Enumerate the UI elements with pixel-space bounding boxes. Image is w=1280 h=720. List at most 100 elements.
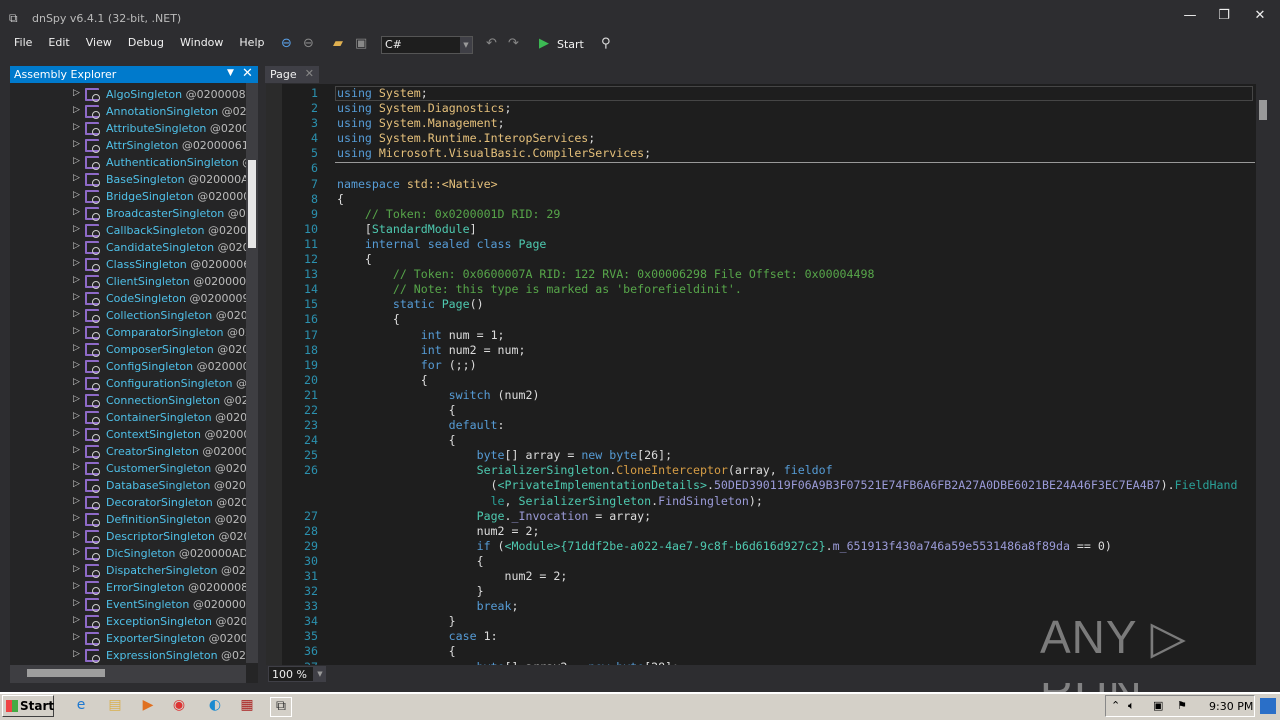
close-button[interactable]: ✕	[1250, 8, 1270, 23]
tree-hscroll-thumb[interactable]	[27, 669, 105, 677]
volume-icon[interactable]: 🔈︎	[1128, 699, 1135, 713]
tree-item[interactable]: ▷ ConfigSingleton @0200009C	[10, 358, 246, 375]
tree-item[interactable]: ▷ BaseSingleton @020000A7	[10, 171, 246, 188]
close-tab-icon[interactable]: ✕	[305, 67, 314, 80]
tree-item[interactable]: ▷ DispatcherSingleton @0200	[10, 562, 246, 579]
menu-view[interactable]: View	[78, 34, 120, 54]
tree-item[interactable]: ▷ DefinitionSingleton @02000	[10, 511, 246, 528]
tree-item[interactable]: ▷ DecoratorSingleton @02000	[10, 494, 246, 511]
chevron-down-icon[interactable]: ▼	[227, 68, 234, 78]
start-debug-button[interactable]: Start	[557, 38, 584, 51]
code-editor[interactable]: 1 using System; 2 using System.Diagnostics;…	[266, 84, 1270, 665]
tree-item[interactable]: ▷ ConfigurationSingleton @02	[10, 375, 246, 392]
tree-item[interactable]: ▷ AnnotationSingleton @02000	[10, 103, 246, 120]
expand-arrow-icon[interactable]: ▷	[73, 88, 80, 98]
tree-item[interactable]: ▷ DicSingleton @020000AD	[10, 545, 246, 562]
undo-icon[interactable]: ↶	[486, 36, 497, 51]
ie-icon[interactable]: e	[70, 697, 92, 717]
tree-item[interactable]: ▷ ClientSingleton @0200006F	[10, 273, 246, 290]
expand-arrow-icon[interactable]: ▷	[73, 581, 80, 591]
expand-arrow-icon[interactable]: ▷	[73, 530, 80, 540]
media-player-icon[interactable]: ▶	[137, 697, 159, 717]
menu-edit[interactable]: Edit	[40, 34, 77, 54]
expand-arrow-icon[interactable]: ▷	[73, 513, 80, 523]
action-center-flag-icon[interactable]: ⚑	[1177, 699, 1187, 712]
tree-item[interactable]: ▷ ExporterSingleton @020000	[10, 630, 246, 647]
play-icon[interactable]: ▶	[539, 36, 549, 51]
tree-item[interactable]: ▷ CallbackSingleton @020000E	[10, 222, 246, 239]
expand-arrow-icon[interactable]: ▷	[73, 428, 80, 438]
restore-button[interactable]: ❐	[1214, 8, 1234, 23]
winrar-icon[interactable]: ▦	[236, 697, 258, 717]
expand-arrow-icon[interactable]: ▷	[73, 139, 80, 149]
tree-item[interactable]: ▷ BridgeSingleton @02000064	[10, 188, 246, 205]
forward-icon[interactable]: ⊖	[303, 36, 314, 51]
expand-arrow-icon[interactable]: ▷	[73, 615, 80, 625]
tree-item[interactable]: ▷ EventSingleton @02000058	[10, 596, 246, 613]
save-icon[interactable]: ▣	[355, 36, 367, 51]
menu-file[interactable]: File	[6, 34, 40, 54]
expand-arrow-icon[interactable]: ▷	[73, 190, 80, 200]
start-button[interactable]: Start	[2, 695, 54, 717]
expand-arrow-icon[interactable]: ▷	[73, 309, 80, 319]
editor-scroll-thumb[interactable]	[1259, 100, 1267, 120]
expand-arrow-icon[interactable]: ▷	[73, 122, 80, 132]
expand-arrow-icon[interactable]: ▷	[73, 411, 80, 421]
tree-item[interactable]: ▷ DatabaseSingleton @020000	[10, 477, 246, 494]
tree-item[interactable]: ▷ ExceptionSingleton @02000	[10, 613, 246, 630]
expand-arrow-icon[interactable]: ▷	[73, 479, 80, 489]
edge-icon[interactable]: ◐	[204, 697, 226, 717]
expand-arrow-icon[interactable]: ▷	[73, 275, 80, 285]
show-desktop-icon[interactable]	[1260, 698, 1276, 714]
tree-item[interactable]: ▷ CodeSingleton @0200009B	[10, 290, 246, 307]
language-select[interactable]: C# ▼	[381, 36, 473, 54]
dnspy-taskbar-icon[interactable]: ⧉	[270, 697, 292, 717]
expand-arrow-icon[interactable]: ▷	[73, 292, 80, 302]
expand-arrow-icon[interactable]: ▷	[73, 258, 80, 268]
search-icon[interactable]: ⚲	[601, 36, 611, 51]
open-folder-icon[interactable]: ▰	[333, 36, 343, 51]
tree-item[interactable]: ▷ DescriptorSingleton @02000	[10, 528, 246, 545]
expand-arrow-icon[interactable]: ▷	[73, 207, 80, 217]
expand-arrow-icon[interactable]: ▷	[73, 105, 80, 115]
expand-arrow-icon[interactable]: ▷	[73, 360, 80, 370]
tree-item[interactable]: ▷ CandidateSingleton @02000	[10, 239, 246, 256]
tree-item[interactable]: ▷ ContainerSingleton @02000	[10, 409, 246, 426]
tree-item[interactable]: ▷ AttributeSingleton @020000	[10, 120, 246, 137]
expand-arrow-icon[interactable]: ▷	[73, 377, 80, 387]
show-hidden-icons-icon[interactable]: ⌃	[1111, 699, 1120, 712]
expand-arrow-icon[interactable]: ▷	[73, 224, 80, 234]
expand-arrow-icon[interactable]: ▷	[73, 394, 80, 404]
tab-page[interactable]: Page ✕	[265, 66, 319, 83]
network-icon[interactable]: ▣	[1153, 699, 1163, 712]
expand-arrow-icon[interactable]: ▷	[73, 445, 80, 455]
tree-item[interactable]: ▷ CustomerSingleton @020000	[10, 460, 246, 477]
tree-item[interactable]: ▷ ErrorSingleton @02000086	[10, 579, 246, 596]
tree-item[interactable]: ▷ AttrSingleton @02000061	[10, 137, 246, 154]
editor-vertical-scrollbar[interactable]	[1256, 84, 1270, 665]
expand-arrow-icon[interactable]: ▷	[73, 343, 80, 353]
tree-item[interactable]: ▷ ConnectionSingleton @0200	[10, 392, 246, 409]
chevron-down-icon[interactable]: ▼	[314, 666, 326, 682]
expand-arrow-icon[interactable]: ▷	[73, 649, 80, 659]
expand-arrow-icon[interactable]: ▷	[73, 564, 80, 574]
menu-window[interactable]: Window	[172, 34, 231, 54]
expand-arrow-icon[interactable]: ▷	[73, 598, 80, 608]
tree-item[interactable]: ▷ CreatorSingleton @020000A	[10, 443, 246, 460]
back-icon[interactable]: ⊖	[281, 36, 292, 51]
tree-item[interactable]: ▷ ContextSingleton @020000A	[10, 426, 246, 443]
tree-item[interactable]: ▷ ExpressionSingleton @0200	[10, 647, 246, 664]
tree-item[interactable]: ▷ AlgoSingleton @0200008C	[10, 86, 246, 103]
tree-scroll-thumb[interactable]	[248, 160, 256, 248]
zoom-select[interactable]: 100 %	[268, 666, 314, 682]
tree-item[interactable]: ▷ CollectionSingleton @020000	[10, 307, 246, 324]
chevron-down-icon[interactable]: ▼	[460, 37, 472, 53]
expand-arrow-icon[interactable]: ▷	[73, 156, 80, 166]
menu-help[interactable]: Help	[231, 34, 272, 54]
chrome-icon[interactable]: ◉	[168, 697, 190, 717]
expand-arrow-icon[interactable]: ▷	[73, 496, 80, 506]
expand-arrow-icon[interactable]: ▷	[73, 173, 80, 183]
expand-arrow-icon[interactable]: ▷	[73, 547, 80, 557]
tree-item[interactable]: ▷ ComparatorSingleton @0200	[10, 324, 246, 341]
expand-arrow-icon[interactable]: ▷	[73, 326, 80, 336]
